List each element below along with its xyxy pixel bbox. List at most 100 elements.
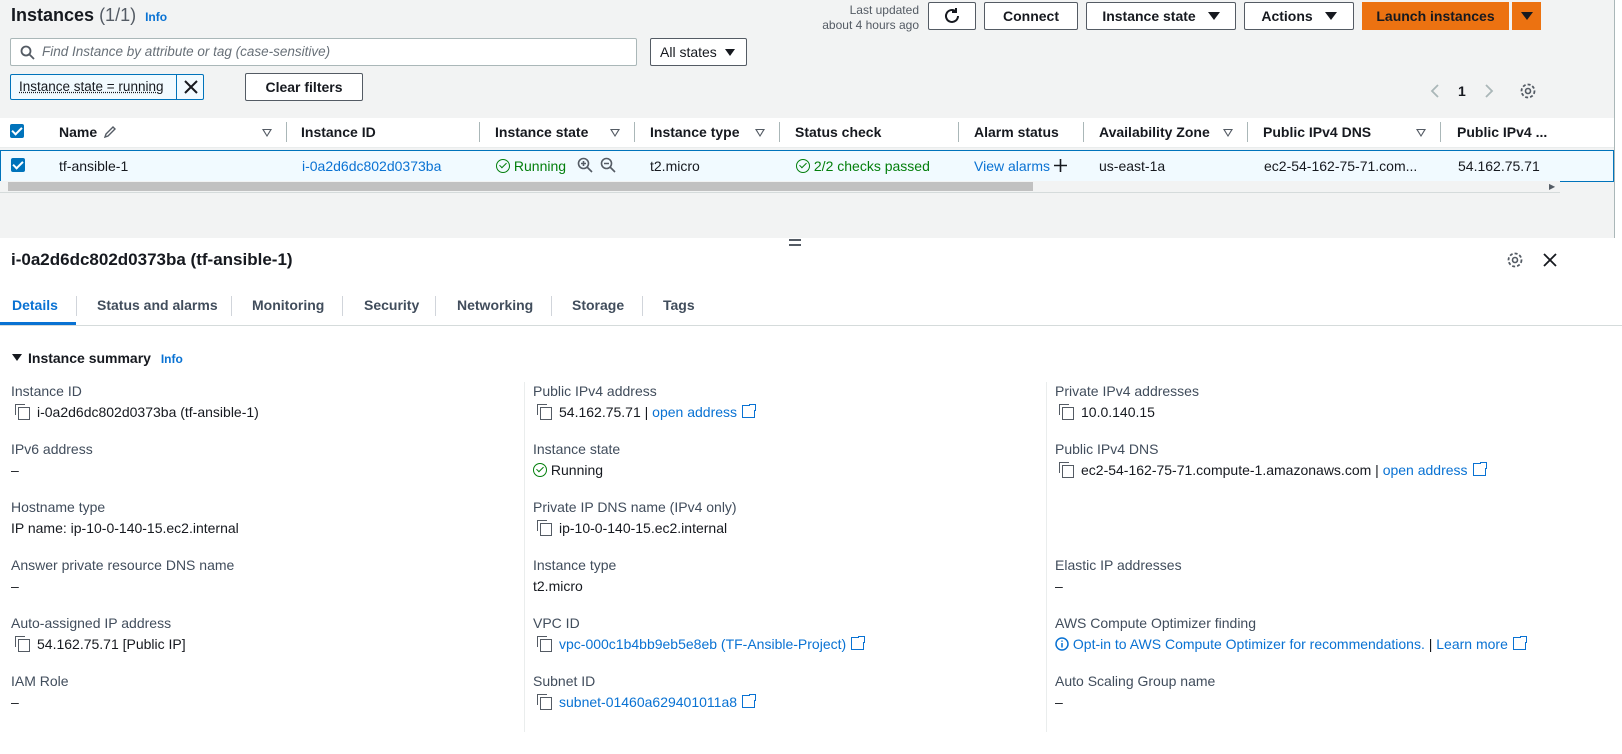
filter-token[interactable]: Instance state = running: [10, 74, 204, 100]
public-ip-label: Public IPv4 address: [533, 383, 657, 399]
launch-instances-button[interactable]: Launch instances: [1362, 2, 1509, 30]
optimizer-opt-in-link[interactable]: Opt-in to AWS Compute Optimizer for reco…: [1073, 636, 1425, 652]
col-instance-id[interactable]: Instance ID: [301, 124, 376, 140]
refresh-button[interactable]: [928, 2, 976, 30]
external-link-icon[interactable]: [742, 693, 758, 708]
zoom-out-icon[interactable]: [600, 157, 616, 173]
zoom-in-icon[interactable]: [577, 157, 593, 173]
close-icon[interactable]: [1543, 253, 1557, 267]
copy-icon[interactable]: [537, 636, 552, 652]
col-name[interactable]: Name: [59, 124, 117, 140]
states-select[interactable]: All states: [650, 38, 747, 66]
col-availability-zone[interactable]: Availability Zone: [1099, 124, 1210, 140]
chevron-down-icon: [1207, 12, 1220, 20]
external-link-icon[interactable]: [1472, 461, 1488, 476]
plus-icon[interactable]: [1054, 159, 1067, 172]
col-alarm-status[interactable]: Alarm status: [974, 124, 1059, 140]
tab-tags[interactable]: Tags: [663, 297, 695, 313]
launch-dropdown-button[interactable]: [1512, 2, 1541, 30]
subnet-id-link[interactable]: subnet-01460a629401011a8: [559, 694, 737, 710]
row-checkbox[interactable]: [11, 158, 25, 172]
caret-down-icon: [12, 354, 22, 361]
instance-id-value: i-0a2d6dc802d0373ba (tf-ansible-1): [15, 404, 259, 420]
col-status-check[interactable]: Status check: [795, 124, 881, 140]
external-link-icon[interactable]: [1512, 635, 1528, 650]
col-public-ip[interactable]: Public IPv4 ...: [1457, 124, 1547, 140]
settings-gear-icon[interactable]: [1519, 82, 1537, 100]
clear-filters-button[interactable]: Clear filters: [245, 73, 363, 101]
view-alarms-link[interactable]: View alarms: [974, 158, 1050, 174]
cell-instance-id-link[interactable]: i-0a2d6dc802d0373ba: [302, 158, 441, 174]
asg-label: Auto Scaling Group name: [1055, 673, 1216, 689]
search-input[interactable]: Find Instance by attribute or tag (case-…: [10, 38, 637, 66]
col-instance-type[interactable]: Instance type: [650, 124, 739, 140]
horizontal-scrollbar[interactable]: ▶: [0, 181, 1560, 193]
public-dns-text: ec2-54-162-75-71.compute-1.amazonaws.com: [1081, 462, 1372, 478]
copy-icon[interactable]: [537, 404, 552, 420]
open-address-link[interactable]: open address: [1383, 462, 1468, 478]
section-instance-summary[interactable]: Instance summary Info: [12, 350, 183, 366]
separator: |: [1375, 462, 1379, 478]
tab-security[interactable]: Security: [364, 297, 419, 313]
chevron-right-icon[interactable]: [1484, 84, 1494, 98]
select-all-checkbox[interactable]: [10, 124, 24, 138]
actions-button[interactable]: Actions: [1244, 2, 1354, 30]
hostname-value: IP name: ip-10-0-140-15.ec2.internal: [11, 520, 239, 536]
connect-button[interactable]: Connect: [984, 2, 1078, 30]
copy-icon[interactable]: [537, 694, 552, 710]
sort-icon[interactable]: [1223, 129, 1233, 137]
ipv6-value: –: [11, 462, 19, 478]
public-ip-text: 54.162.75.71: [559, 404, 641, 420]
private-dns-label: Private IP DNS name (IPv4 only): [533, 499, 737, 515]
learn-more-link[interactable]: Learn more: [1436, 636, 1508, 652]
detail-title: i-0a2d6dc802d0373ba (tf-ansible-1): [11, 250, 293, 269]
sort-icon[interactable]: [262, 129, 272, 137]
info-link[interactable]: Info: [161, 352, 183, 366]
col-divider: [286, 122, 287, 142]
tab-storage[interactable]: Storage: [572, 297, 624, 313]
sort-icon[interactable]: [610, 129, 620, 137]
info-link[interactable]: Info: [145, 10, 167, 24]
tab-details[interactable]: Details: [12, 297, 58, 313]
scrollbar-thumb[interactable]: [8, 182, 1033, 191]
resize-handle-line[interactable]: [789, 244, 801, 246]
scroll-right-icon[interactable]: ▶: [1549, 182, 1555, 191]
search-placeholder: Find Instance by attribute or tag (case-…: [42, 44, 331, 59]
subnet-id-label: Subnet ID: [533, 673, 596, 689]
col-divider: [779, 122, 780, 142]
section-title: Instance summary: [28, 350, 151, 366]
instance-state-button[interactable]: Instance state: [1086, 2, 1236, 30]
tab-divider: [76, 296, 77, 316]
tab-divider: [231, 296, 232, 316]
tab-networking[interactable]: Networking: [457, 297, 533, 313]
search-icon: [20, 45, 35, 60]
external-link-icon[interactable]: [742, 403, 758, 418]
sort-icon[interactable]: [1416, 129, 1426, 137]
copy-icon[interactable]: [15, 636, 30, 652]
filter-token-divider: [176, 75, 177, 99]
close-icon[interactable]: [184, 80, 198, 94]
settings-gear-icon[interactable]: [1506, 251, 1524, 269]
col-public-dns[interactable]: Public IPv4 DNS: [1263, 124, 1371, 140]
open-address-link[interactable]: open address: [652, 404, 737, 420]
launch-label: Launch instances: [1376, 8, 1495, 24]
vpc-id-link[interactable]: vpc-000c1b4bb9eb5e8eb (TF-Ansible-Projec…: [559, 636, 846, 652]
copy-icon[interactable]: [15, 404, 30, 420]
sort-icon[interactable]: [755, 129, 765, 137]
table-header: Name Instance ID Instance state Instance…: [0, 118, 1614, 148]
external-link-icon[interactable]: [851, 635, 867, 650]
copy-icon[interactable]: [1059, 462, 1074, 478]
copy-icon[interactable]: [537, 520, 552, 536]
copy-icon[interactable]: [1059, 404, 1074, 420]
resize-handle[interactable]: [789, 239, 801, 241]
page-number[interactable]: 1: [1458, 83, 1466, 99]
col-instance-state[interactable]: Instance state: [495, 124, 588, 140]
chevron-left-icon[interactable]: [1430, 84, 1440, 98]
tab-monitoring[interactable]: Monitoring: [252, 297, 324, 313]
table-row[interactable]: tf-ansible-1 i-0a2d6dc802d0373ba Running…: [0, 150, 1614, 182]
ipv6-label: IPv6 address: [11, 441, 93, 457]
cell-status-label: 2/2 checks passed: [813, 158, 930, 174]
tab-status-alarms[interactable]: Status and alarms: [97, 297, 218, 313]
check-circle-icon: [533, 463, 547, 477]
separator: |: [1428, 636, 1433, 652]
